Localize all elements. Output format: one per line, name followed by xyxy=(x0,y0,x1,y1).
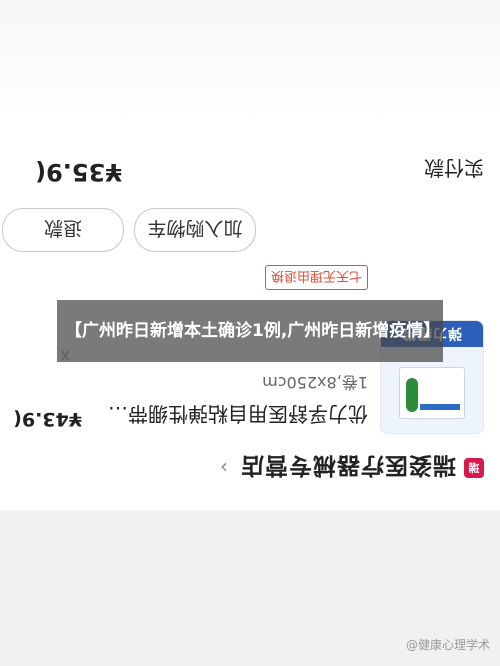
package-icon xyxy=(399,367,465,419)
store-badge-icon: 瑞 xyxy=(464,458,484,478)
watermark: @健康心理学术 xyxy=(405,638,490,652)
product-spec: 1卷,8x250cm xyxy=(262,373,368,392)
paid-label: 实付款 xyxy=(424,156,484,180)
chevron-right-icon: › xyxy=(220,456,228,480)
paid-amount: ¥35.9( xyxy=(35,158,122,186)
product-price: ¥43.9( xyxy=(13,408,82,430)
refund-button[interactable]: 退款 xyxy=(2,208,124,252)
payment-row: 实付款 ¥35.9( xyxy=(0,150,484,190)
return-policy-tag: 七天无理由退换 xyxy=(264,265,368,290)
store-header[interactable]: 瑞 瑞姿医疗器械专营店 › xyxy=(16,448,484,488)
news-caption: 【广州昨日新增本土确诊1例,广州昨日新增疫情】 xyxy=(57,300,443,362)
product-title[interactable]: 优力孚舒医用自粘弹性绷带… xyxy=(78,401,368,430)
store-name: 瑞姿医疗器械专营店 xyxy=(240,452,456,478)
add-to-cart-button[interactable]: 加入购物车 xyxy=(134,208,256,252)
